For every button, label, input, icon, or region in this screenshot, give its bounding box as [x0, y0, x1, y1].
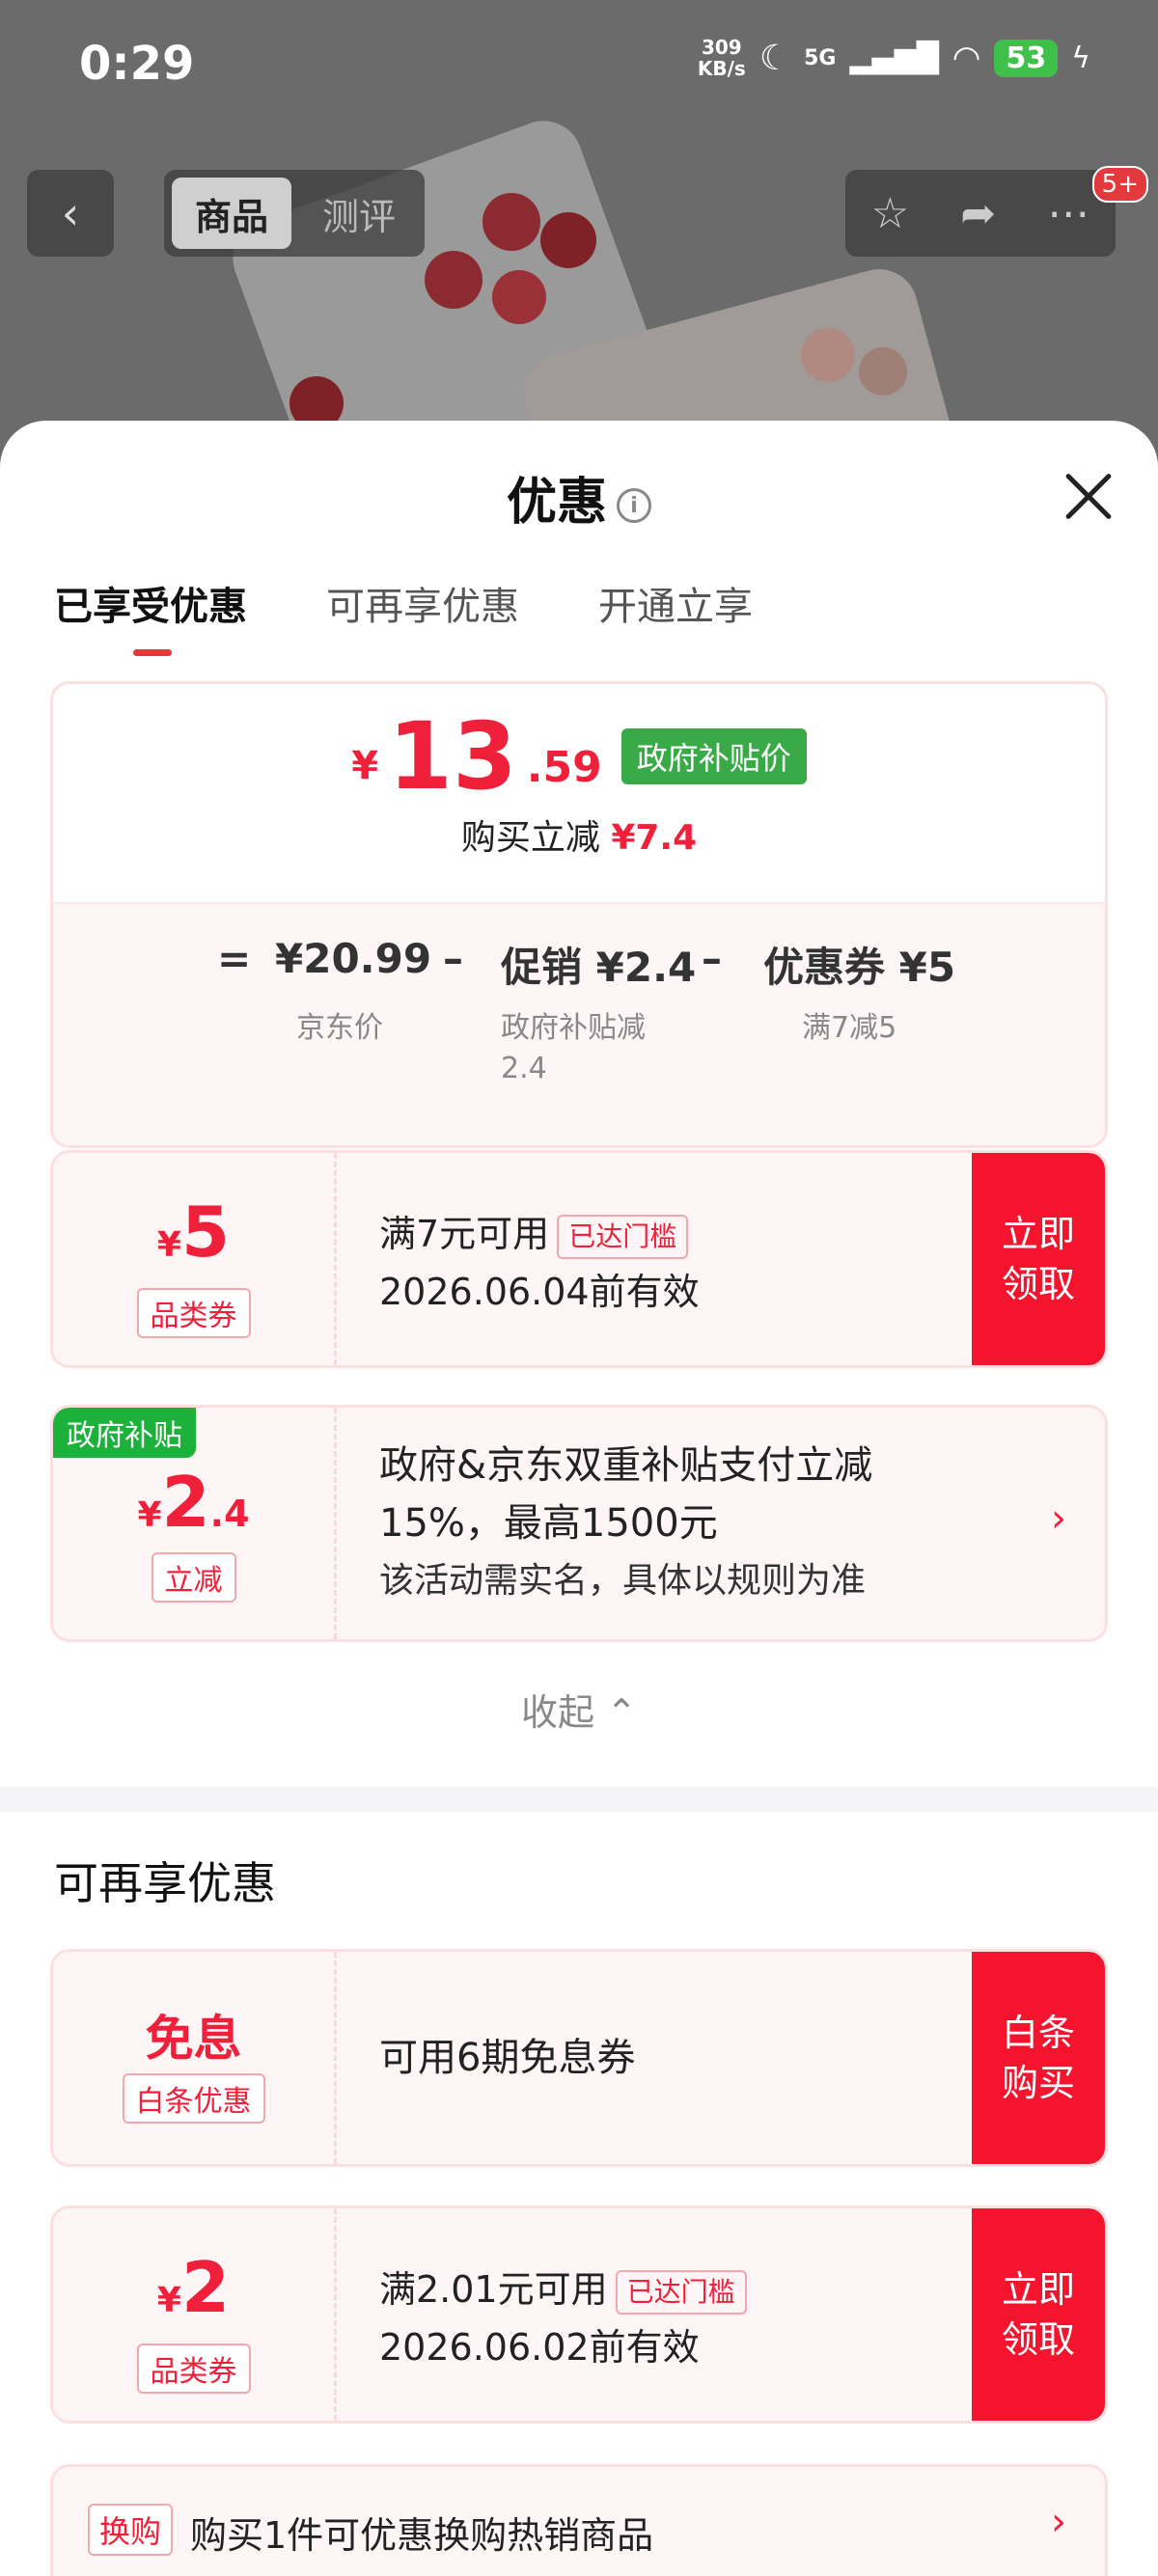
more-discounts-title: 可再享优惠 [54, 1857, 276, 1909]
share-icon[interactable]: ➦ [960, 189, 996, 238]
wifi-icon: ◠ [951, 39, 981, 77]
coupon-detail: 满2.01元可用 已达门槛 2026.06.02前有效 [379, 2261, 747, 2376]
baitiao-buy-button[interactable]: 白条 购买 [972, 1952, 1105, 2164]
coupon-amount: ¥2 [156, 2247, 231, 2328]
favorite-star-icon[interactable]: ☆ [871, 189, 909, 238]
jd-price-label: 京东价 [296, 1011, 383, 1045]
info-icon[interactable]: i [617, 488, 651, 523]
price-summary-card: ¥ 13 .59 政府补贴价 购买立减 ¥7.4 = ¥20.99 – 促销 ¥… [50, 681, 1108, 1148]
close-button[interactable] [1062, 469, 1116, 523]
subsidy-type: 立减 [151, 1552, 236, 1603]
product-nav-bar: ‹ 商品 测评 ☆ ➦ ⋯ 5+ [0, 166, 1158, 257]
claim-coupon-button[interactable]: 立即 领取 [972, 1153, 1105, 1365]
trade-in-detail: 购买1件可优惠换购热销商品 [190, 2514, 654, 2557]
gov-subsidy-price-tag: 政府补贴价 [620, 728, 807, 784]
coupon-type: 品类券 [136, 1288, 251, 1338]
action-group: ☆ ➦ ⋯ [845, 170, 1116, 257]
subsidy-amount: ¥2.4 [137, 1462, 250, 1543]
coupon-type: 品类券 [136, 2343, 251, 2394]
interest-free-label: 免息 [145, 2011, 242, 2067]
promo-sub: 政府补贴减 2.4 [501, 1011, 646, 1085]
gov-subsidy-corner-tag: 政府补贴 [53, 1408, 196, 1458]
status-time: 0:29 [79, 37, 195, 91]
coupon-card: ¥2 品类券 满2.01元可用 已达门槛 2026.06.02前有效 立即 领取 [50, 2206, 1108, 2424]
tab-review[interactable]: 测评 [299, 178, 419, 249]
promo-value: 促销 ¥2.4 [501, 944, 697, 991]
moon-icon: ☾ [758, 38, 791, 78]
collapse-toggle[interactable]: 收起 ⌃ [0, 1683, 1158, 1736]
battery-indicator: 53 [994, 39, 1059, 77]
back-button[interactable]: ‹ [27, 170, 114, 257]
trade-in-card[interactable]: 换购 购买1件可优惠换购热销商品 › [50, 2464, 1108, 2576]
gov-subsidy-card[interactable]: ¥2.4 立减 政府补贴 政府&京东双重补贴支付立减 15%，最高1500元 该… [50, 1405, 1108, 1642]
net-speed: 309 KB/s [697, 36, 746, 80]
status-bar: 0:29 309 KB/s ☾ 5G ▂▄▆█ ◠ 53 ϟ [0, 0, 1158, 135]
back-icon: ‹ [61, 187, 80, 239]
coupon-amount: ¥5 [156, 1192, 231, 1273]
interest-free-detail: 可用6期免息券 [379, 2036, 636, 2080]
coupon-card: ¥5 品类券 满7元可用 已达门槛 2026.06.04前有效 立即 领取 [50, 1150, 1108, 1368]
subsidy-detail: 政府&京东双重补贴支付立减 15%，最高1500元 该活动需实名，具体以规则为准 [379, 1443, 873, 1601]
discount-sheet: 优惠 i 已享受优惠 可再享优惠 开通立享 ¥ 13 .59 政府补贴价 购买立减… [0, 421, 1158, 2576]
purchase-reduction: 购买立减 ¥7.4 [460, 818, 698, 858]
threshold-met-tag: 已达门槛 [615, 2269, 747, 2315]
tab-goods[interactable]: 商品 [172, 178, 291, 249]
price-breakdown: = ¥20.99 – 促销 ¥2.4 – 优惠券 ¥5 京东价 政府补贴减 2.… [53, 902, 1105, 1145]
trade-in-tag: 换购 [88, 2504, 174, 2556]
jd-price: ¥20.99 [275, 935, 432, 982]
message-badge: 5+ [1091, 166, 1148, 203]
section-divider [0, 1787, 1158, 1812]
chevron-right-icon: › [1051, 1496, 1066, 1541]
network-label: 5G [804, 45, 837, 70]
baitiao-tag: 白条优惠 [122, 2073, 265, 2124]
threshold-met-tag: 已达门槛 [557, 1214, 689, 1259]
tab-enjoyed[interactable]: 已享受优惠 [54, 575, 247, 656]
more-icon[interactable]: ⋯ [1047, 189, 1089, 238]
tab-open-to-enjoy[interactable]: 开通立享 [598, 575, 753, 631]
final-price: ¥ 13 .59 政府补贴价 [53, 710, 1105, 803]
discount-tabs: 已享受优惠 可再享优惠 开通立享 [54, 575, 753, 656]
signal-icon: ▂▄▆█ [849, 41, 939, 75]
chevron-right-icon: › [1051, 2500, 1066, 2544]
sheet-title: 优惠 i [0, 461, 1158, 534]
interest-free-card: 免息 白条优惠 可用6期免息券 白条 购买 [50, 1949, 1108, 2167]
tab-more-available[interactable]: 可再享优惠 [326, 575, 519, 631]
claim-coupon-button[interactable]: 立即 领取 [972, 2208, 1105, 2421]
product-segment-control: 商品 测评 [164, 170, 425, 257]
charging-icon: ϟ [1071, 41, 1090, 75]
coupon-value: 优惠券 ¥5 [763, 944, 956, 991]
coupon-sub: 满7减5 [802, 1011, 897, 1045]
coupon-detail: 满7元可用 已达门槛 2026.06.04前有效 [379, 1213, 700, 1313]
